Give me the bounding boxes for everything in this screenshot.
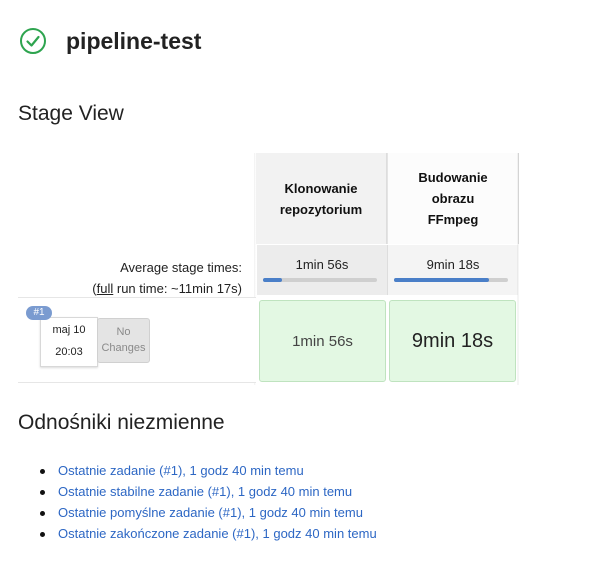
list-item: Ostatnie stabilne zadanie (#1), 1 godz 4… [38,484,377,505]
average-time-budowanie: 9min 18s [388,245,518,295]
build-number-badge[interactable]: #1 [26,306,52,320]
stage-header-label: Budowanie obrazu FFmpeg [418,170,488,227]
average-time-bar-fill [263,278,283,282]
list-item: Ostatnie pomyślne zadanie (#1), 1 godz 4… [38,505,377,526]
list-item: Ostatnie zakończone zadanie (#1), 1 godz… [38,526,377,547]
full-run-time-text: run time: ~11min 17s) [113,281,242,296]
average-time-klonowanie: 1min 56s [257,245,388,295]
permalink-last-completed[interactable]: Ostatnie zakończone zadanie (#1), 1 godz… [58,526,377,541]
average-time-bar [394,278,508,282]
list-item: Ostatnie zadanie (#1), 1 godz 40 min tem… [38,463,377,484]
average-time-value: 9min 18s [426,257,480,272]
full-link[interactable]: full [97,281,114,296]
changes-button[interactable]: No Changes [97,318,150,363]
permalink-last-stable[interactable]: Ostatnie stabilne zadanie (#1), 1 godz 4… [58,484,352,499]
stage-result-budowanie[interactable]: 9min 18s [389,300,516,382]
page-title: pipeline-test [66,28,202,54]
permalinks-list: Ostatnie zadanie (#1), 1 godz 40 min tem… [38,463,377,547]
average-time-bar-fill [394,278,489,282]
permalinks-title: Odnośniki niezmienne [18,411,225,434]
stage-result-klonowanie[interactable]: 1min 56s [259,300,386,382]
stage-view-shadow [517,153,519,385]
average-stage-times-text: Average stage times: [120,260,242,275]
stage-header-klonowanie[interactable]: Klonowanie repozytorium [256,153,387,244]
full-run-time: (full run time: ~11min 17s) [92,278,242,299]
stage-header-label: Klonowanie repozytorium [279,180,363,217]
permalink-last-successful[interactable]: Ostatnie pomyślne zadanie (#1), 1 godz 4… [58,505,363,520]
build-date[interactable]: maj 10 20:03 [40,317,98,367]
permalink-last-build[interactable]: Ostatnie zadanie (#1), 1 godz 40 min tem… [58,463,304,478]
average-time-bar [263,278,377,282]
average-time-value: 1min 56s [295,257,349,272]
build-date-day: maj 10 [52,324,86,336]
check-circle-icon [20,28,46,54]
average-stage-times-label: Average stage times: (full run time: ~11… [92,257,242,299]
stage-header-budowanie[interactable]: Budowanie obrazu FFmpeg [387,153,519,244]
stage-view-title: Stage View [18,102,124,125]
build-date-time: 20:03 [55,346,83,358]
